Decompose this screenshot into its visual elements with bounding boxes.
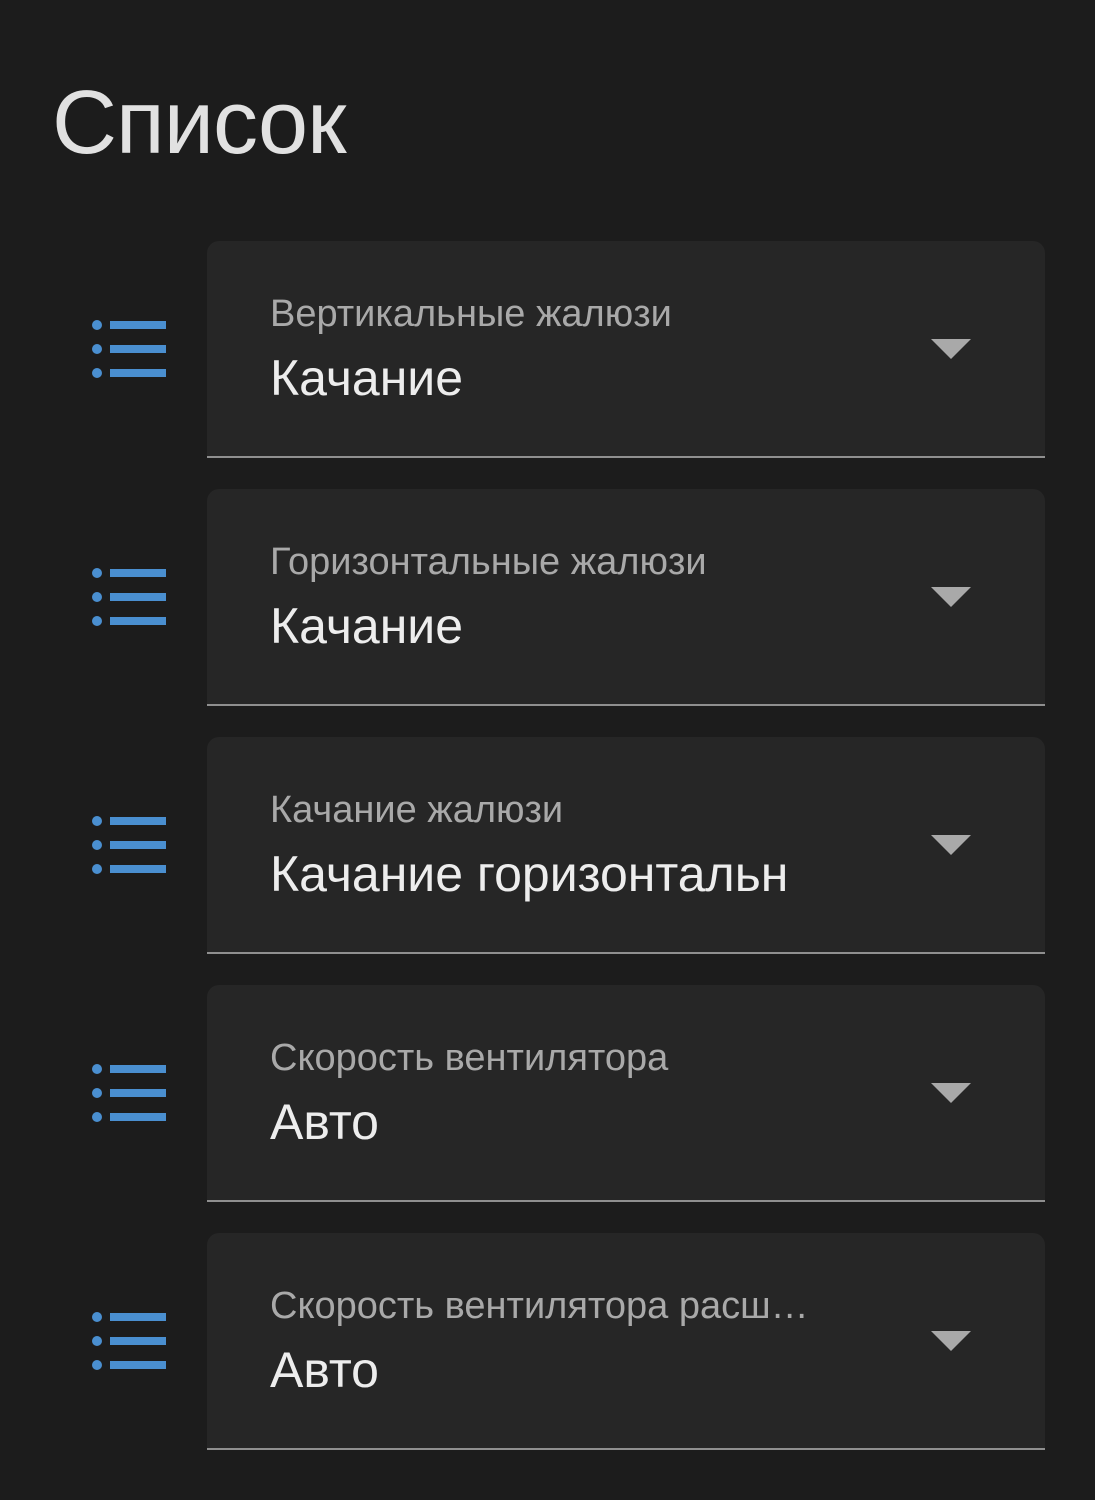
entity-list: Вертикальные жалюзи Качание Горизонтальн… — [0, 241, 1095, 1481]
vertical-vane-select[interactable]: Вертикальные жалюзи Качание — [207, 241, 1045, 458]
dropdown-arrow-icon[interactable] — [931, 835, 971, 855]
format-list-bulleted-icon — [92, 320, 168, 380]
vane-swing-select[interactable]: Качание жалюзи Качание горизонтальн — [207, 737, 1045, 954]
format-list-bulleted-icon — [92, 1312, 168, 1372]
select-label: Вертикальные жалюзи — [270, 293, 672, 335]
dropdown-arrow-icon[interactable] — [931, 587, 971, 607]
entity-row-horizontal-vane: Горизонтальные жалюзи Качание — [0, 489, 1095, 706]
dropdown-arrow-icon[interactable] — [931, 1083, 971, 1103]
dropdown-arrow-icon[interactable] — [931, 1331, 971, 1351]
select-value: Авто — [270, 1094, 379, 1150]
horizontal-vane-select[interactable]: Горизонтальные жалюзи Качание — [207, 489, 1045, 706]
entity-row-fan-speed: Скорость вентилятора Авто — [0, 985, 1095, 1202]
select-label: Скорость вентилятора расш… — [270, 1285, 809, 1327]
entity-row-vertical-vane: Вертикальные жалюзи Качание — [0, 241, 1095, 458]
select-value: Качание — [270, 350, 464, 406]
select-label: Горизонтальные жалюзи — [270, 541, 707, 583]
select-value: Авто — [270, 1342, 379, 1398]
format-list-bulleted-icon — [92, 1064, 168, 1124]
format-list-bulleted-icon — [92, 816, 168, 876]
entity-row-vane-swing: Качание жалюзи Качание горизонтальн — [0, 737, 1095, 954]
select-label: Качание жалюзи — [270, 789, 564, 831]
dropdown-arrow-icon[interactable] — [931, 339, 971, 359]
entity-row-fan-speed-extended: Скорость вентилятора расш… Авто — [0, 1233, 1095, 1450]
fan-speed-select[interactable]: Скорость вентилятора Авто — [207, 985, 1045, 1202]
format-list-bulleted-icon — [92, 568, 168, 628]
card-title: Список — [52, 73, 346, 173]
select-value: Качание — [270, 598, 464, 654]
select-label: Скорость вентилятора — [270, 1037, 669, 1079]
fan-speed-extended-select[interactable]: Скорость вентилятора расш… Авто — [207, 1233, 1045, 1450]
select-value: Качание горизонтальн — [270, 846, 789, 902]
